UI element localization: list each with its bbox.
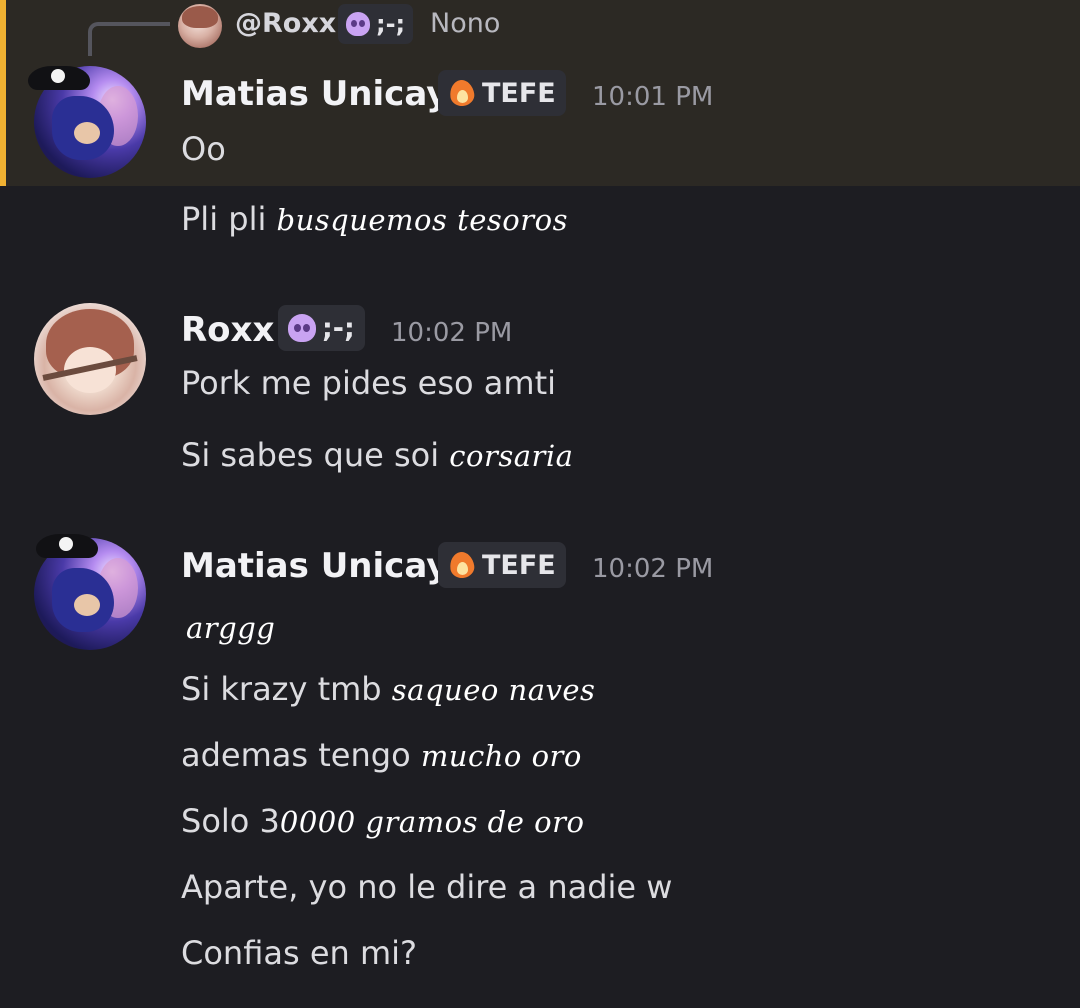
author-badge[interactable]: ;-; xyxy=(278,305,365,351)
message-line[interactable]: Pork me pides eso amti xyxy=(181,364,556,402)
reply-avatar[interactable] xyxy=(178,4,222,48)
message-line[interactable]: Confias en mi? xyxy=(181,934,417,972)
reply-badge-label: ;-; xyxy=(376,10,406,38)
author-badge-label: ;-; xyxy=(322,312,355,344)
message-author-name[interactable]: Roxx xyxy=(181,310,274,350)
decorated-text: arggg xyxy=(186,611,276,645)
author-badge[interactable]: TEFE xyxy=(438,70,566,116)
reply-author-badge[interactable]: ;-; xyxy=(338,4,414,44)
skull-icon xyxy=(346,12,370,36)
skull-icon xyxy=(288,314,316,342)
message-timestamp[interactable]: 10:02 PM xyxy=(391,318,512,348)
author-badge-label: TEFE xyxy=(482,77,556,109)
decorated-text: saqueo naves xyxy=(391,673,596,707)
message-line[interactable]: ademas tengo mucho oro xyxy=(181,736,582,774)
decorated-text: 0000 gramos de oro xyxy=(279,805,585,839)
message-line[interactable]: Oo xyxy=(181,130,226,168)
decorated-text: busquemos tesoros xyxy=(276,203,568,237)
fire-icon xyxy=(448,550,476,580)
decorated-text: corsaria xyxy=(449,439,574,473)
message-author-name[interactable]: Matias Unicay xyxy=(181,546,448,586)
message-author-name[interactable]: Matias Unicay xyxy=(181,74,448,114)
pirate-hat-icon xyxy=(36,528,98,560)
message-line[interactable]: arggg xyxy=(186,608,275,646)
message-line[interactable]: Si krazy tmb saqueo naves xyxy=(181,670,595,708)
fire-icon xyxy=(448,78,476,108)
message-line[interactable]: Si sabes que soi corsaria xyxy=(181,436,573,474)
avatar-art xyxy=(74,122,100,144)
reply-connector-line xyxy=(88,22,170,56)
mention-highlight-bar xyxy=(0,0,6,186)
message-line[interactable]: Pli pli busquemos tesoros xyxy=(181,200,568,238)
reply-preview-text[interactable]: Nono xyxy=(430,8,500,39)
author-badge-label: TEFE xyxy=(482,549,556,581)
message-timestamp[interactable]: 10:02 PM xyxy=(592,554,713,584)
message-timestamp[interactable]: 10:01 PM xyxy=(592,82,713,112)
reply-author-name[interactable]: @Roxx xyxy=(235,8,336,39)
pirate-hat-icon xyxy=(28,60,90,92)
message-line[interactable]: Aparte, yo no le dire a nadie w xyxy=(181,868,672,906)
message-line[interactable]: Solo 30000 gramos de oro xyxy=(181,802,584,840)
avatar-art xyxy=(74,594,100,616)
avatar[interactable] xyxy=(34,303,146,415)
author-badge[interactable]: TEFE xyxy=(438,542,566,588)
decorated-text: mucho oro xyxy=(420,739,582,773)
